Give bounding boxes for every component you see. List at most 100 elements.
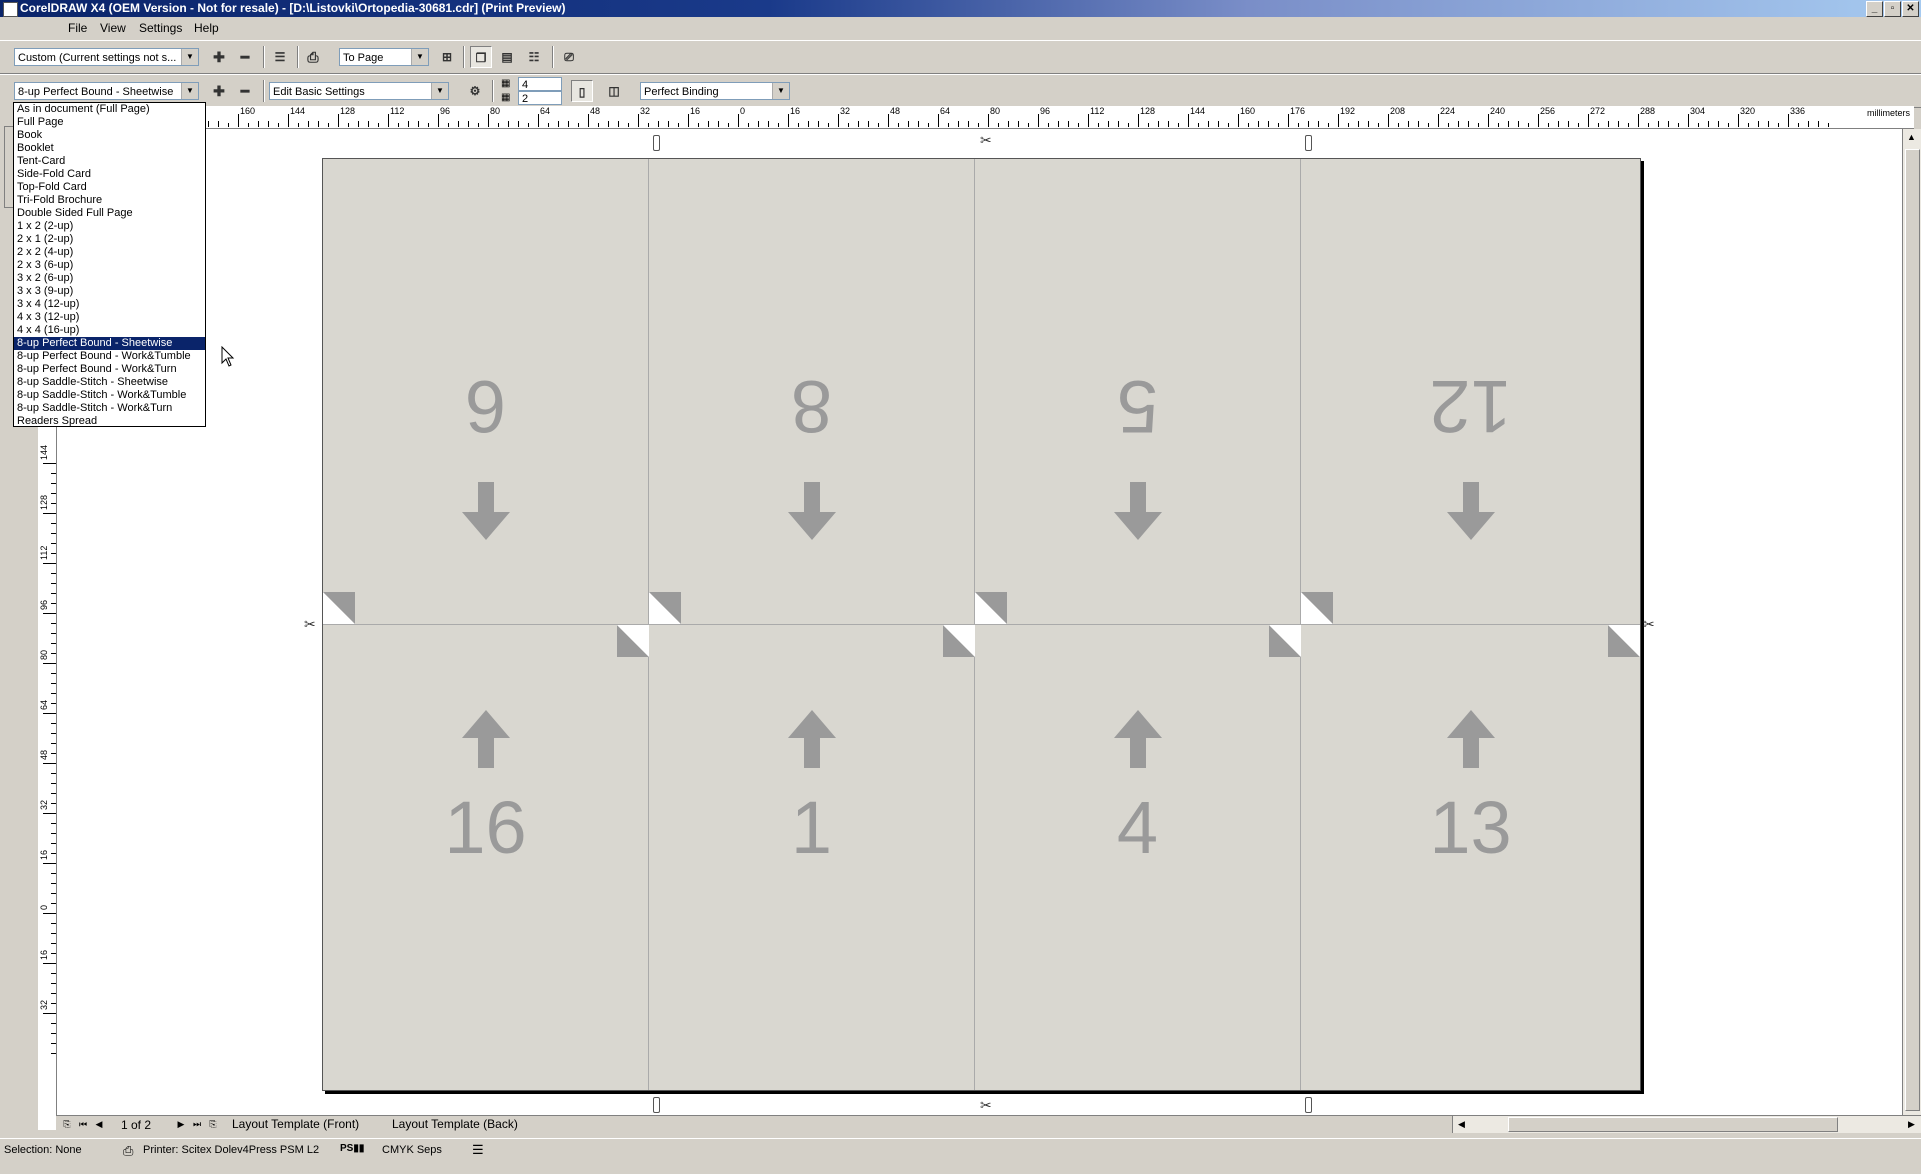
chevron-down-icon[interactable]: ▼ [772, 83, 789, 99]
list-item[interactable]: Full Page [14, 116, 205, 129]
list-item[interactable]: 8-up Perfect Bound - Sheetwise [14, 337, 205, 350]
next-page-icon[interactable]: ▶ [174, 1118, 188, 1131]
scroll-left-icon[interactable]: ◀ [1453, 1116, 1470, 1133]
restore-button[interactable]: ▫ [1884, 1, 1901, 17]
template-properties-icon[interactable]: ⚙ [464, 80, 486, 102]
imposed-page-cell[interactable]: 13 [1301, 625, 1640, 1090]
first-page-icon[interactable]: ⏮ [76, 1118, 90, 1131]
ruler-label: 16 [690, 106, 701, 116]
last-page-icon[interactable]: ⏭ [190, 1118, 204, 1131]
list-item[interactable]: 2 x 1 (2-up) [14, 233, 205, 246]
imposed-page-cell[interactable]: 4 [975, 625, 1301, 1090]
list-item[interactable]: 2 x 3 (6-up) [14, 259, 205, 272]
page-orientation-icon[interactable]: ▯ [571, 80, 593, 102]
separations-icon[interactable]: ☷ [523, 46, 545, 68]
list-item[interactable]: 8-up Saddle-Stitch - Work&Turn [14, 402, 205, 415]
zoom-fit-combo[interactable]: To Page ▼ [339, 48, 429, 66]
list-item[interactable]: 1 x 2 (2-up) [14, 220, 205, 233]
scroll-up-icon[interactable]: ▲ [1903, 129, 1920, 146]
coreldraw-app-icon[interactable] [3, 2, 18, 17]
imposition-sheet[interactable]: 6 8 5 12 16 1 4 13 [322, 158, 1641, 1091]
list-item[interactable]: 8-up Saddle-Stitch - Sheetwise [14, 376, 205, 389]
list-item[interactable]: Tent-Card [14, 155, 205, 168]
chevron-down-icon[interactable]: ▼ [411, 49, 428, 65]
list-item[interactable]: 8-up Perfect Bound - Work&Turn [14, 363, 205, 376]
close-preview-icon[interactable]: ⎚ [558, 46, 580, 68]
imposed-page-cell[interactable]: 1 [649, 625, 975, 1090]
ruler-minor-tick [368, 121, 369, 127]
composite-icon[interactable]: ▤ [496, 46, 518, 68]
vertical-scrollbar[interactable]: ▲ ▼ [1902, 129, 1921, 1130]
list-item[interactable]: 3 x 4 (12-up) [14, 298, 205, 311]
print-options-icon[interactable]: ☰ [269, 46, 291, 68]
binding-mode-combo[interactable]: Perfect Binding ▼ [640, 82, 790, 100]
delete-layout-button[interactable]: ━ [234, 80, 256, 102]
horizontal-ruler[interactable]: 1761601441281129680644832160163248648096… [48, 106, 1914, 129]
tab-layout-front[interactable]: Layout Template (Front) [226, 1117, 365, 1132]
add-print-style-button[interactable]: ✚ [208, 46, 230, 68]
layout-template-list[interactable]: As in document (Full Page) Full Page Book B… [13, 102, 206, 427]
menu-view[interactable]: View [100, 21, 126, 35]
imposed-page-cell[interactable]: 8 [649, 159, 975, 624]
pages-across-spinner[interactable]: 4 [518, 77, 562, 91]
ruler-tick [43, 813, 56, 814]
list-item[interactable]: Book [14, 129, 205, 142]
menu-file[interactable]: File [68, 21, 87, 35]
ruler-minor-tick [468, 121, 469, 127]
color-preview-icon[interactable]: ❐ [470, 46, 492, 68]
imposed-page-cell[interactable]: 5 [975, 159, 1301, 624]
add-page-after-icon[interactable]: ⎘ [206, 1118, 220, 1131]
list-item[interactable]: As in document (Full Page) [14, 103, 205, 116]
menu-settings[interactable]: Settings [139, 21, 182, 35]
add-page-before-icon[interactable]: ⎘ [60, 1118, 74, 1131]
imposed-page-cell[interactable]: 12 [1301, 159, 1640, 624]
minimize-button[interactable]: _ [1866, 1, 1883, 17]
list-item[interactable]: 2 x 2 (4-up) [14, 246, 205, 259]
imposed-page-cell[interactable]: 16 [323, 625, 649, 1090]
tab-layout-back[interactable]: Layout Template (Back) [386, 1117, 524, 1132]
vertical-scroll-thumb[interactable] [1905, 149, 1920, 1111]
list-item[interactable]: Readers Spread [14, 415, 205, 426]
list-item[interactable]: 3 x 2 (6-up) [14, 272, 205, 285]
list-item[interactable]: 4 x 4 (16-up) [14, 324, 205, 337]
keyboard-icon[interactable]: ☰ [472, 1142, 484, 1158]
ruler-minor-tick [1018, 121, 1019, 127]
full-screen-icon[interactable]: ⊞ [436, 46, 458, 68]
pages-down-spinner[interactable]: 2 [518, 91, 562, 105]
ruler-minor-tick [1358, 121, 1359, 127]
list-item[interactable]: 8-up Saddle-Stitch - Work&Tumble [14, 389, 205, 402]
close-window-button[interactable]: ✕ [1902, 1, 1919, 17]
separations-status[interactable]: CMYK Seps [382, 1144, 442, 1156]
chevron-down-icon[interactable]: ▼ [181, 83, 198, 99]
horizontal-scroll-thumb[interactable] [1508, 1117, 1838, 1132]
list-item[interactable]: Tri-Fold Brochure [14, 194, 205, 207]
list-item[interactable]: 3 x 3 (9-up) [14, 285, 205, 298]
menu-help[interactable]: Help [194, 21, 219, 35]
scroll-right-icon[interactable]: ▶ [1903, 1116, 1920, 1133]
printer-icon[interactable]: ⎙ [302, 46, 324, 68]
chevron-down-icon[interactable]: ▼ [181, 49, 198, 65]
list-item[interactable]: 8-up Perfect Bound - Work&Tumble [14, 350, 205, 363]
list-item[interactable]: Booklet [14, 142, 205, 155]
ruler-minor-tick [51, 783, 56, 784]
add-layout-button[interactable]: ✚ [208, 80, 230, 102]
list-item[interactable]: Double Sided Full Page [14, 207, 205, 220]
toolbar-separator [492, 80, 494, 102]
gutter-settings-icon[interactable]: ◫ [603, 80, 625, 102]
fold-marker [653, 135, 660, 151]
horizontal-scrollbar[interactable]: ◀ ▶ [1452, 1116, 1921, 1133]
printer-status[interactable]: Printer: Scitex Dolev4Press PSM L2 [143, 1144, 319, 1156]
list-item[interactable]: Side-Fold Card [14, 168, 205, 181]
previous-page-icon[interactable]: ◀ [92, 1118, 106, 1131]
print-style-combo[interactable]: Custom (Current settings not s... ▼ [14, 48, 199, 66]
ruler-minor-tick [51, 473, 56, 474]
imposed-page-cell[interactable]: 6 [323, 159, 649, 624]
edit-settings-combo[interactable]: Edit Basic Settings ▼ [269, 82, 449, 100]
list-item[interactable]: 4 x 3 (12-up) [14, 311, 205, 324]
delete-print-style-button[interactable]: ━ [234, 46, 256, 68]
chevron-down-icon[interactable]: ▼ [431, 83, 448, 99]
layout-template-combo[interactable]: 8-up Perfect Bound - Sheetwise ▼ [14, 82, 199, 100]
preview-workspace[interactable]: 6 8 5 12 16 1 4 13 ✂ ✂ ✂ ✂ [57, 129, 1902, 1129]
list-item[interactable]: Top-Fold Card [14, 181, 205, 194]
fold-marker [653, 1097, 660, 1113]
